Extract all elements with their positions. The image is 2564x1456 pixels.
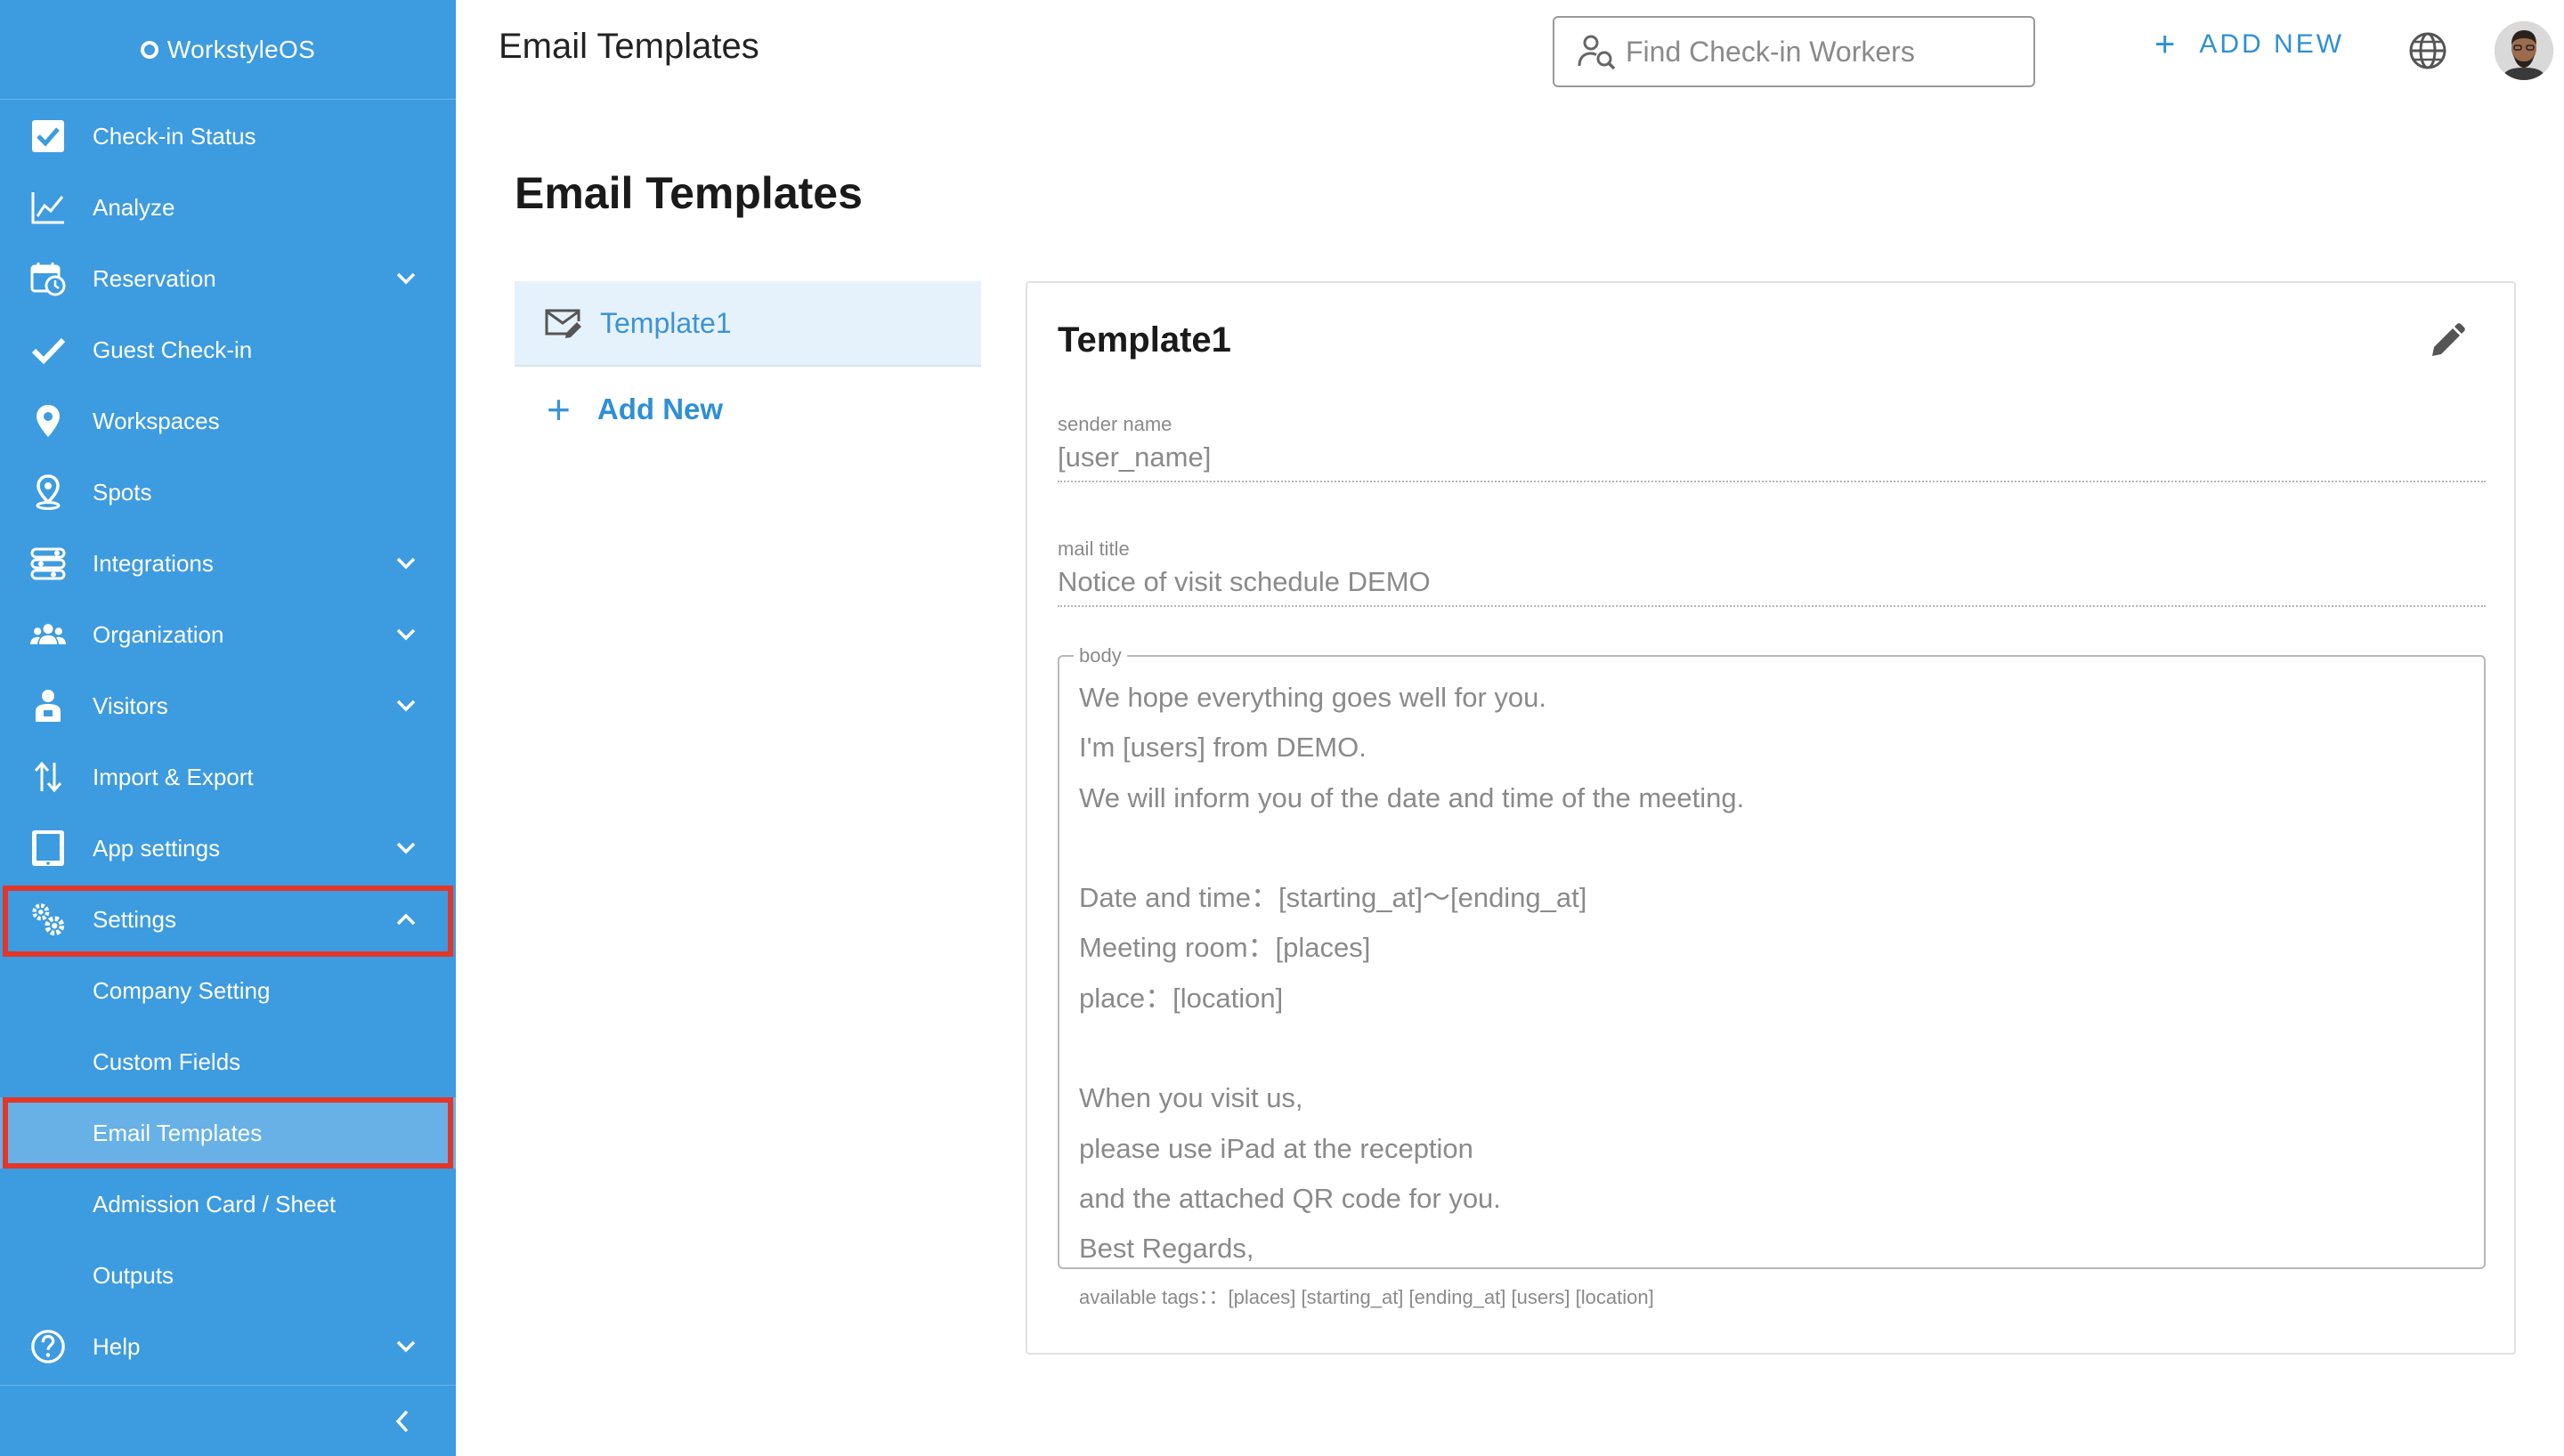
sidebar-subitem-custom-fields[interactable]: Custom Fields [0,1026,456,1097]
pencil-icon[interactable] [2427,322,2466,361]
check-icon [30,332,66,368]
chevron-down-icon [390,268,422,289]
sidebar-subitem-admission-card[interactable]: Admission Card / Sheet [0,1169,456,1240]
chart-line-icon [30,190,66,225]
sidebar-subitem-label: Email Templates [93,1119,263,1146]
help-icon [30,1329,66,1364]
template-name: Template1 [600,306,732,339]
chevron-down-icon [390,695,422,716]
template-detail-title: Template1 [1058,320,1231,360]
search-box[interactable] [1553,16,2035,87]
sidebar-subitem-company-setting[interactable]: Company Setting [0,955,456,1026]
sidebar-item-check-in-status[interactable]: Check-in Status [0,101,456,172]
sidebar: WorkstyleOS Check-in Status Analyze Rese… [0,0,456,1456]
spot-pin-icon [30,474,66,510]
mail-edit-icon [543,303,582,343]
integrations-icon [30,546,66,581]
sidebar-subitem-label: Custom Fields [93,1048,241,1075]
sender-name-field[interactable]: sender name [user_name] [1058,413,2486,482]
sidebar-item-settings[interactable]: Settings [0,884,456,955]
sidebar-item-guest-check-in[interactable]: Guest Check-in [0,314,456,385]
top-bar: Email Templates + ADD NEW [456,0,2564,100]
sender-name-value: [user_name] [1058,436,2486,482]
sidebar-item-label: Analyze [93,193,175,221]
chevron-down-icon [390,624,422,645]
visitor-icon [30,688,66,724]
add-new-template-button[interactable]: + Add New [515,367,981,452]
sidebar-item-spots[interactable]: Spots [0,457,456,528]
calendar-clock-icon [30,261,66,296]
body-label: body [1074,644,1127,667]
chevron-left-icon[interactable] [385,1403,420,1439]
brand-name: WorkstyleOS [166,35,316,63]
globe-icon[interactable] [2407,30,2448,71]
add-new-template-label: Add New [596,392,724,425]
sidebar-item-label: Check-in Status [93,122,256,150]
tablet-icon [30,830,66,866]
sidebar-item-integrations[interactable]: Integrations [0,528,456,599]
brand-mark-icon [140,40,158,59]
chevron-up-icon [390,909,422,930]
chevron-down-icon [390,837,422,859]
plus-icon: + [2154,25,2179,64]
mail-title-field[interactable]: mail title Notice of visit schedule DEMO [1058,538,2486,607]
person-search-icon [1578,31,1619,72]
sidebar-subitem-label: Admission Card / Sheet [93,1190,337,1217]
sidebar-item-visitors[interactable]: Visitors [0,670,456,741]
sidebar-item-analyze[interactable]: Analyze [0,172,456,243]
sidebar-item-label: App settings [93,834,221,861]
add-new-button[interactable]: + ADD NEW [2154,27,2344,62]
sender-name-label: sender name [1058,413,1172,435]
sidebar-item-label: Help [93,1332,141,1360]
plus-icon: + [547,386,571,433]
sidebar-item-reservation[interactable]: Reservation [0,243,456,314]
checkbox-icon [30,118,66,154]
sidebar-item-label: Integrations [93,549,214,577]
sidebar-item-label: Guest Check-in [93,336,253,363]
template-list: Template1 + Add New [515,281,981,452]
import-export-icon [30,759,66,795]
gears-icon [30,902,66,937]
mail-title-label: mail title [1058,538,1130,560]
sidebar-item-help[interactable]: Help [0,1311,456,1382]
mail-title-value: Notice of visit schedule DEMO [1058,561,2486,607]
sidebar-item-app-settings[interactable]: App settings [0,813,456,884]
add-new-label: ADD NEW [2199,29,2345,59]
brand-logo[interactable]: WorkstyleOS [0,0,456,100]
group-icon [30,617,66,652]
page-title: Email Templates [515,168,863,218]
avatar[interactable] [2495,21,2553,80]
search-input[interactable] [1626,35,2017,69]
sidebar-item-workspaces[interactable]: Workspaces [0,385,456,457]
body-textarea[interactable]: body We hope everything goes well for yo… [1058,644,2486,1269]
sidebar-item-import-export[interactable]: Import & Export [0,741,456,813]
body-text: We hope everything goes well for you. I'… [1079,682,1745,1265]
sidebar-item-label: Spots [93,478,152,506]
sidebar-subitem-outputs[interactable]: Outputs [0,1240,456,1311]
sidebar-footer [0,1385,456,1456]
sidebar-item-label: Import & Export [93,763,254,790]
template-detail-card: Template1 sender name [user_name] mail t… [1026,281,2516,1355]
template-list-item[interactable]: Template1 [515,281,981,367]
sidebar-item-label: Organization [93,620,224,648]
sidebar-subitem-label: Outputs [93,1261,174,1289]
chevron-down-icon [390,1336,422,1357]
sidebar-item-label: Visitors [93,692,168,719]
sidebar-item-label: Workspaces [93,407,220,434]
available-tags-hint: available tags：：[places] [starting_at] [… [1079,1286,1654,1308]
sidebar-subitem-label: Company Setting [93,976,271,1004]
sidebar-item-organization[interactable]: Organization [0,599,456,670]
sidebar-subitem-email-templates[interactable]: Email Templates [0,1097,456,1169]
chevron-down-icon [390,553,422,574]
sidebar-item-label: Reservation [93,264,216,292]
topbar-title: Email Templates [499,27,759,66]
sidebar-item-label: Settings [93,905,176,933]
map-pin-icon [30,403,66,439]
